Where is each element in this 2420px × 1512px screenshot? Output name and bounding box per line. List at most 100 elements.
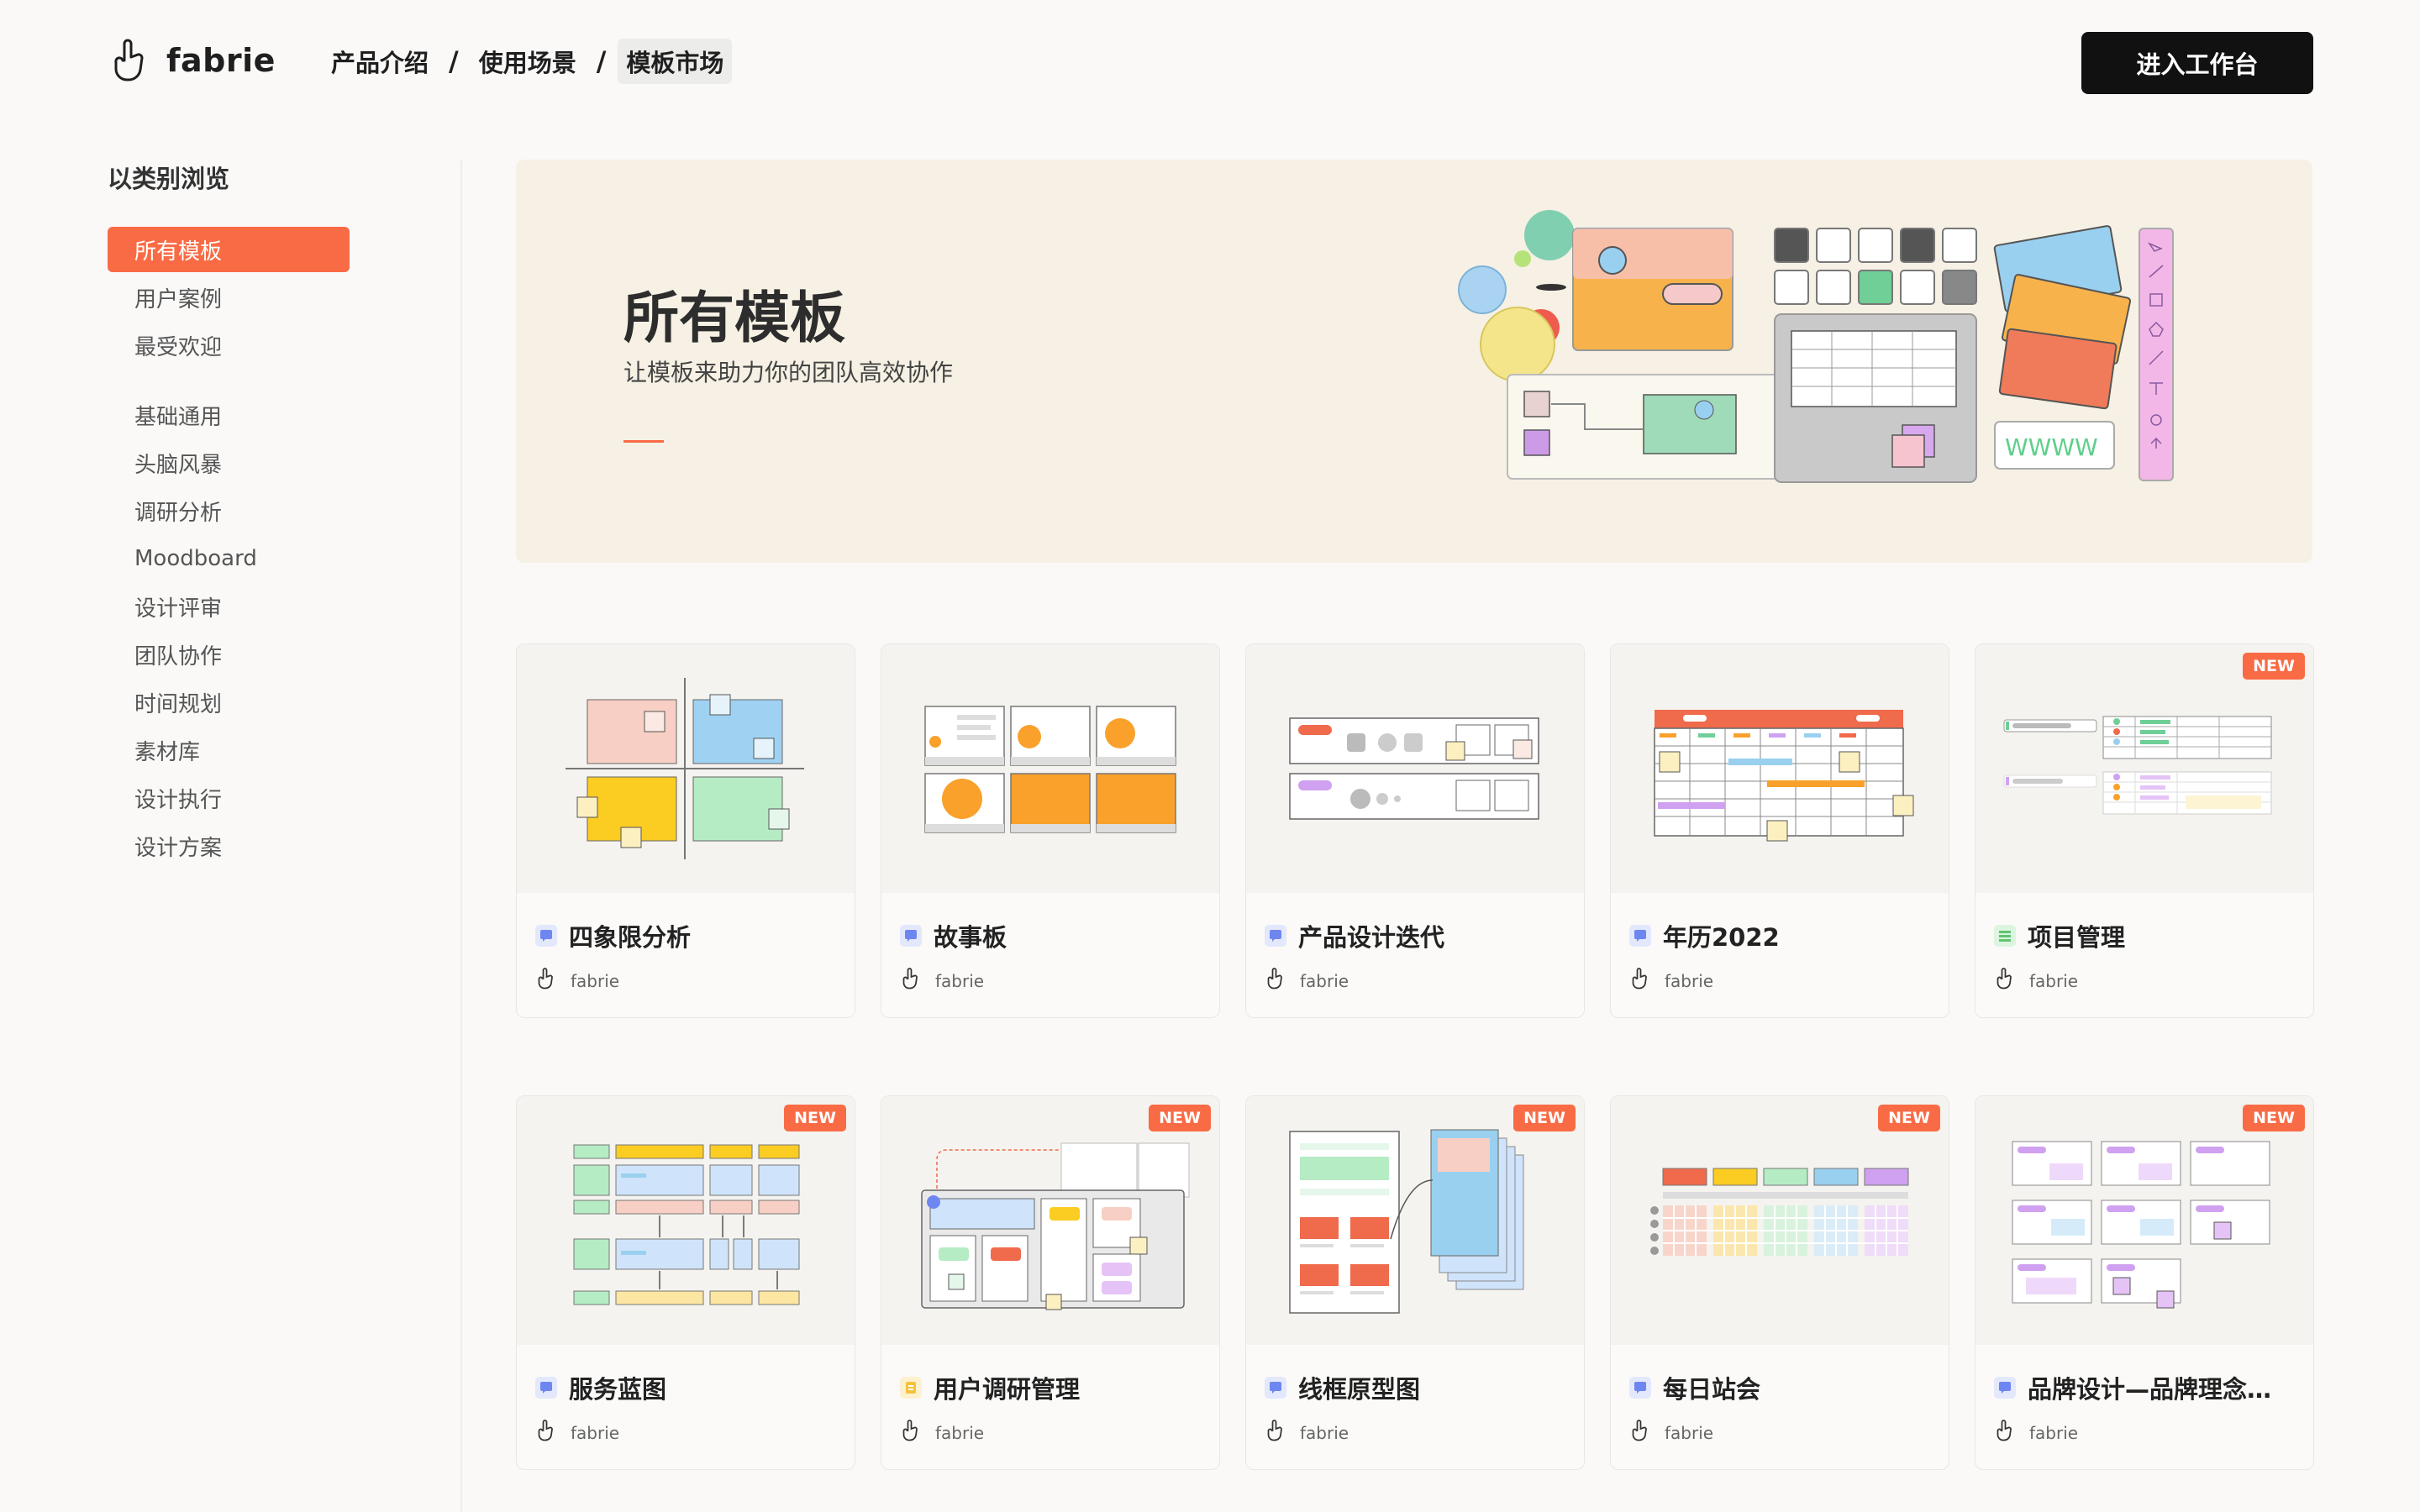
card-title: 线框原型图 bbox=[1298, 1375, 1421, 1404]
nav-product-intro[interactable]: 产品介绍 bbox=[323, 39, 437, 84]
template-card-wireframe[interactable]: NEW 线框原型图 fabrie bbox=[1245, 1095, 1585, 1470]
sidebar-item-design-proposal[interactable]: 设计方案 bbox=[108, 823, 350, 869]
document-icon bbox=[900, 1377, 922, 1399]
author-name: fabrie bbox=[2029, 970, 2079, 991]
whiteboard-icon bbox=[1265, 925, 1286, 947]
nav-template-market[interactable]: 模板市场 bbox=[618, 39, 733, 84]
new-badge: NEW bbox=[1149, 1105, 1211, 1131]
table-icon bbox=[1994, 925, 2016, 947]
template-card-user-research[interactable]: NEW 用户调研管理 fabrie bbox=[881, 1095, 1220, 1470]
breadcrumb-separator: / bbox=[449, 45, 459, 77]
sidebar-divider bbox=[460, 160, 462, 1512]
card-author: fabrie bbox=[900, 967, 984, 995]
card-author: fabrie bbox=[1629, 1419, 1713, 1446]
new-badge: NEW bbox=[1513, 1105, 1576, 1131]
hand-logo-icon bbox=[1994, 1419, 2016, 1446]
sidebar-item-time-planning[interactable]: 时间规划 bbox=[108, 680, 350, 725]
author-name: fabrie bbox=[2029, 1422, 2079, 1443]
whiteboard-icon bbox=[1629, 1377, 1651, 1399]
template-thumbnail bbox=[517, 644, 855, 893]
card-title: 四象限分析 bbox=[569, 923, 692, 952]
author-name: fabrie bbox=[571, 970, 620, 991]
logo[interactable]: fabrie bbox=[109, 37, 276, 84]
hero-subtitle: 让模板来助力你的团队高效协作 bbox=[623, 359, 954, 386]
sidebar-title: 以类别浏览 bbox=[108, 165, 230, 193]
card-title-row: 四象限分析 bbox=[535, 918, 691, 953]
template-card-daily-standup[interactable]: NEW 每日站会 fabrie bbox=[1610, 1095, 1949, 1470]
author-name: fabrie bbox=[1665, 1422, 1714, 1443]
card-title-row: 品牌设计—品牌理念… bbox=[1994, 1370, 2271, 1405]
new-badge: NEW bbox=[2243, 653, 2305, 680]
card-author: fabrie bbox=[535, 1419, 619, 1446]
sidebar-item-design-execution[interactable]: 设计执行 bbox=[108, 775, 350, 821]
sidebar-item-user-cases[interactable]: 用户案例 bbox=[108, 275, 350, 320]
template-card-service-blueprint[interactable]: NEW 服务蓝图 fabrie bbox=[516, 1095, 855, 1470]
card-author: fabrie bbox=[1265, 1419, 1349, 1446]
card-author: fabrie bbox=[1994, 967, 2078, 995]
card-title: 每日站会 bbox=[1663, 1375, 1761, 1404]
hand-logo-icon bbox=[1265, 1419, 1286, 1446]
whiteboard-icon bbox=[900, 925, 922, 947]
sidebar-item-design-review[interactable]: 设计评审 bbox=[108, 584, 350, 629]
card-author: fabrie bbox=[535, 967, 619, 995]
hand-logo-icon bbox=[535, 1419, 557, 1446]
card-title-row: 每日站会 bbox=[1629, 1370, 1760, 1405]
template-thumbnail bbox=[1611, 644, 1949, 893]
template-card-project-management[interactable]: NEW 项目管理 fabrie bbox=[1975, 643, 2314, 1018]
template-card-storyboard[interactable]: 故事板 fabrie bbox=[881, 643, 1220, 1018]
sidebar-item-brainstorm[interactable]: 头脑风暴 bbox=[108, 440, 350, 486]
template-thumbnail bbox=[881, 644, 1219, 893]
card-author: fabrie bbox=[1265, 967, 1349, 995]
sidebar-item-basic[interactable]: 基础通用 bbox=[108, 392, 350, 438]
hand-logo-icon bbox=[900, 967, 922, 995]
hand-logo-icon bbox=[900, 1419, 922, 1446]
hand-logo-icon bbox=[1265, 967, 1286, 995]
nav-use-cases[interactable]: 使用场景 bbox=[471, 39, 585, 84]
category-sidebar: 以类别浏览 所有模板 用户案例 最受欢迎 基础通用 头脑风暴 调研分析 Mood… bbox=[108, 160, 393, 871]
whiteboard-icon bbox=[1629, 925, 1651, 947]
hand-logo-icon bbox=[1994, 967, 2016, 995]
author-name: fabrie bbox=[935, 970, 985, 991]
hand-logo-icon bbox=[1629, 1419, 1651, 1446]
sidebar-item-all-templates[interactable]: 所有模板 bbox=[108, 227, 350, 272]
card-title: 服务蓝图 bbox=[569, 1375, 667, 1404]
card-title-row: 项目管理 bbox=[1994, 918, 2125, 953]
template-thumbnail: NEW bbox=[1975, 644, 2313, 893]
card-title: 故事板 bbox=[934, 923, 1007, 952]
template-card-quadrant[interactable]: 四象限分析 fabrie bbox=[516, 643, 855, 1018]
hero-accent-line bbox=[623, 440, 664, 443]
sidebar-item-moodboard[interactable]: Moodboard bbox=[108, 536, 350, 581]
card-title: 年历2022 bbox=[1663, 923, 1780, 952]
breadcrumb-separator: / bbox=[596, 45, 607, 77]
template-card-brand-design[interactable]: NEW 品牌设计—品牌理念… fabrie bbox=[1975, 1095, 2314, 1470]
hero-art-wave-text: WWWW bbox=[2005, 433, 2098, 461]
author-name: fabrie bbox=[935, 1422, 985, 1443]
author-name: fabrie bbox=[1300, 1422, 1349, 1443]
new-badge: NEW bbox=[2243, 1105, 2305, 1131]
card-title-row: 产品设计迭代 bbox=[1265, 918, 1444, 953]
template-card-product-iteration[interactable]: 产品设计迭代 fabrie bbox=[1245, 643, 1585, 1018]
hero-illustration: WWWW bbox=[1458, 210, 2174, 483]
card-author: fabrie bbox=[900, 1419, 984, 1446]
whiteboard-icon bbox=[535, 1377, 557, 1399]
hero-banner: 所有模板 让模板来助力你的团队高效协作 WWWW bbox=[516, 160, 2312, 563]
enter-workspace-button[interactable]: 进入工作台 bbox=[2081, 32, 2313, 94]
sidebar-item-asset-library[interactable]: 素材库 bbox=[108, 727, 350, 773]
hand-logo-icon bbox=[109, 37, 151, 84]
sidebar-item-teamwork[interactable]: 团队协作 bbox=[108, 632, 350, 677]
breadcrumb: 产品介绍 / 使用场景 / 模板市场 bbox=[323, 39, 733, 84]
card-title-row: 用户调研管理 bbox=[900, 1370, 1080, 1405]
template-thumbnail bbox=[1246, 644, 1584, 893]
hero-title: 所有模板 bbox=[623, 286, 845, 350]
top-header: fabrie 产品介绍 / 使用场景 / 模板市场 进入工作台 bbox=[0, 0, 2420, 126]
card-title-row: 故事板 bbox=[900, 918, 1007, 953]
template-thumbnail: NEW bbox=[1975, 1096, 2313, 1345]
template-card-calendar-2022[interactable]: 年历2022 fabrie bbox=[1610, 643, 1949, 1018]
sidebar-item-popular[interactable]: 最受欢迎 bbox=[108, 323, 350, 368]
card-title: 用户调研管理 bbox=[934, 1375, 1081, 1404]
author-name: fabrie bbox=[1300, 970, 1349, 991]
template-thumbnail: NEW bbox=[517, 1096, 855, 1345]
card-title: 品牌设计—品牌理念… bbox=[2028, 1375, 2272, 1404]
new-badge: NEW bbox=[784, 1105, 846, 1131]
sidebar-item-research[interactable]: 调研分析 bbox=[108, 488, 350, 533]
